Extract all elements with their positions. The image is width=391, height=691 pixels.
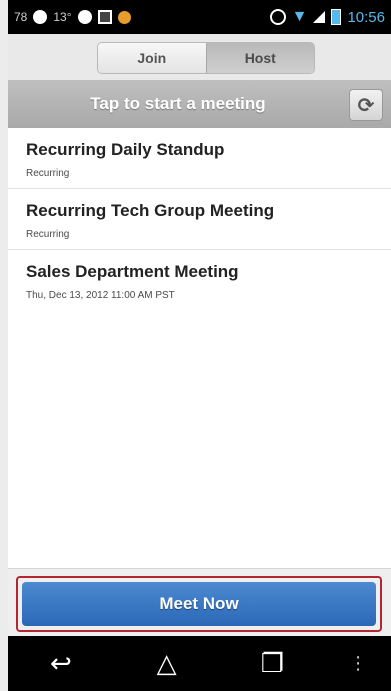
overflow-menu-icon[interactable]: ⋮ xyxy=(348,653,368,674)
meeting-subtitle: Recurring xyxy=(26,168,70,179)
status-bar: 78 13° ▼ 10:56 xyxy=(8,0,391,34)
tab-join[interactable]: Join xyxy=(98,43,206,73)
recent-apps-icon[interactable]: ❐ xyxy=(242,648,302,679)
refresh-icon: ⟳ xyxy=(357,94,375,117)
image-icon xyxy=(97,10,112,24)
meeting-item-recurring-tech-group[interactable]: Recurring Tech Group Meeting Recurring xyxy=(8,189,391,250)
meeting-subtitle: Thu, Dec 13, 2012 11:00 AM PST xyxy=(26,290,175,301)
signal-icon xyxy=(313,11,326,23)
meeting-list: Recurring Daily Standup Recurring Recurr… xyxy=(8,128,391,310)
meeting-subtitle: Recurring xyxy=(26,229,70,240)
meeting-item-recurring-daily-standup[interactable]: Recurring Daily Standup Recurring xyxy=(8,128,391,189)
status-left-text: 78 xyxy=(14,10,28,24)
back-icon[interactable]: ↩ xyxy=(31,648,91,679)
join-host-segmented-control: Join Host xyxy=(97,42,315,74)
battery-icon xyxy=(331,9,342,25)
notification-icon xyxy=(117,10,131,24)
status-time: 10:56 xyxy=(347,8,385,26)
meet-now-button[interactable]: Meet Now xyxy=(22,582,376,626)
refresh-button[interactable]: ⟳ xyxy=(349,89,383,121)
meeting-title: Recurring Tech Group Meeting xyxy=(26,201,275,220)
meeting-title: Sales Department Meeting xyxy=(26,262,239,281)
meeting-item-sales-department[interactable]: Sales Department Meeting Thu, Dec 13, 20… xyxy=(8,250,391,310)
meeting-header-bar: Tap to start a meeting ⟳ xyxy=(8,80,391,128)
meet-now-highlight: Meet Now xyxy=(16,576,382,632)
bottom-action-area: Meet Now xyxy=(8,568,391,637)
phone-screen: 78 13° ▼ 10:56 Join Host Tap to start a … xyxy=(8,0,391,691)
home-icon[interactable]: △ xyxy=(137,648,197,679)
screen-edge xyxy=(0,0,8,691)
android-nav-bar: ↩ △ ❐ ⋮ xyxy=(8,636,391,691)
header-title: Tap to start a meeting xyxy=(90,94,266,113)
meeting-title: Recurring Daily Standup xyxy=(26,140,225,159)
alarm-icon xyxy=(269,9,286,25)
location-icon xyxy=(33,10,48,24)
mode-selector-area: Join Host xyxy=(8,34,391,81)
temperature-text: 13° xyxy=(53,10,72,24)
voicemail-icon xyxy=(77,10,92,24)
tab-host[interactable]: Host xyxy=(205,43,314,73)
wifi-icon: ▼ xyxy=(291,8,308,25)
